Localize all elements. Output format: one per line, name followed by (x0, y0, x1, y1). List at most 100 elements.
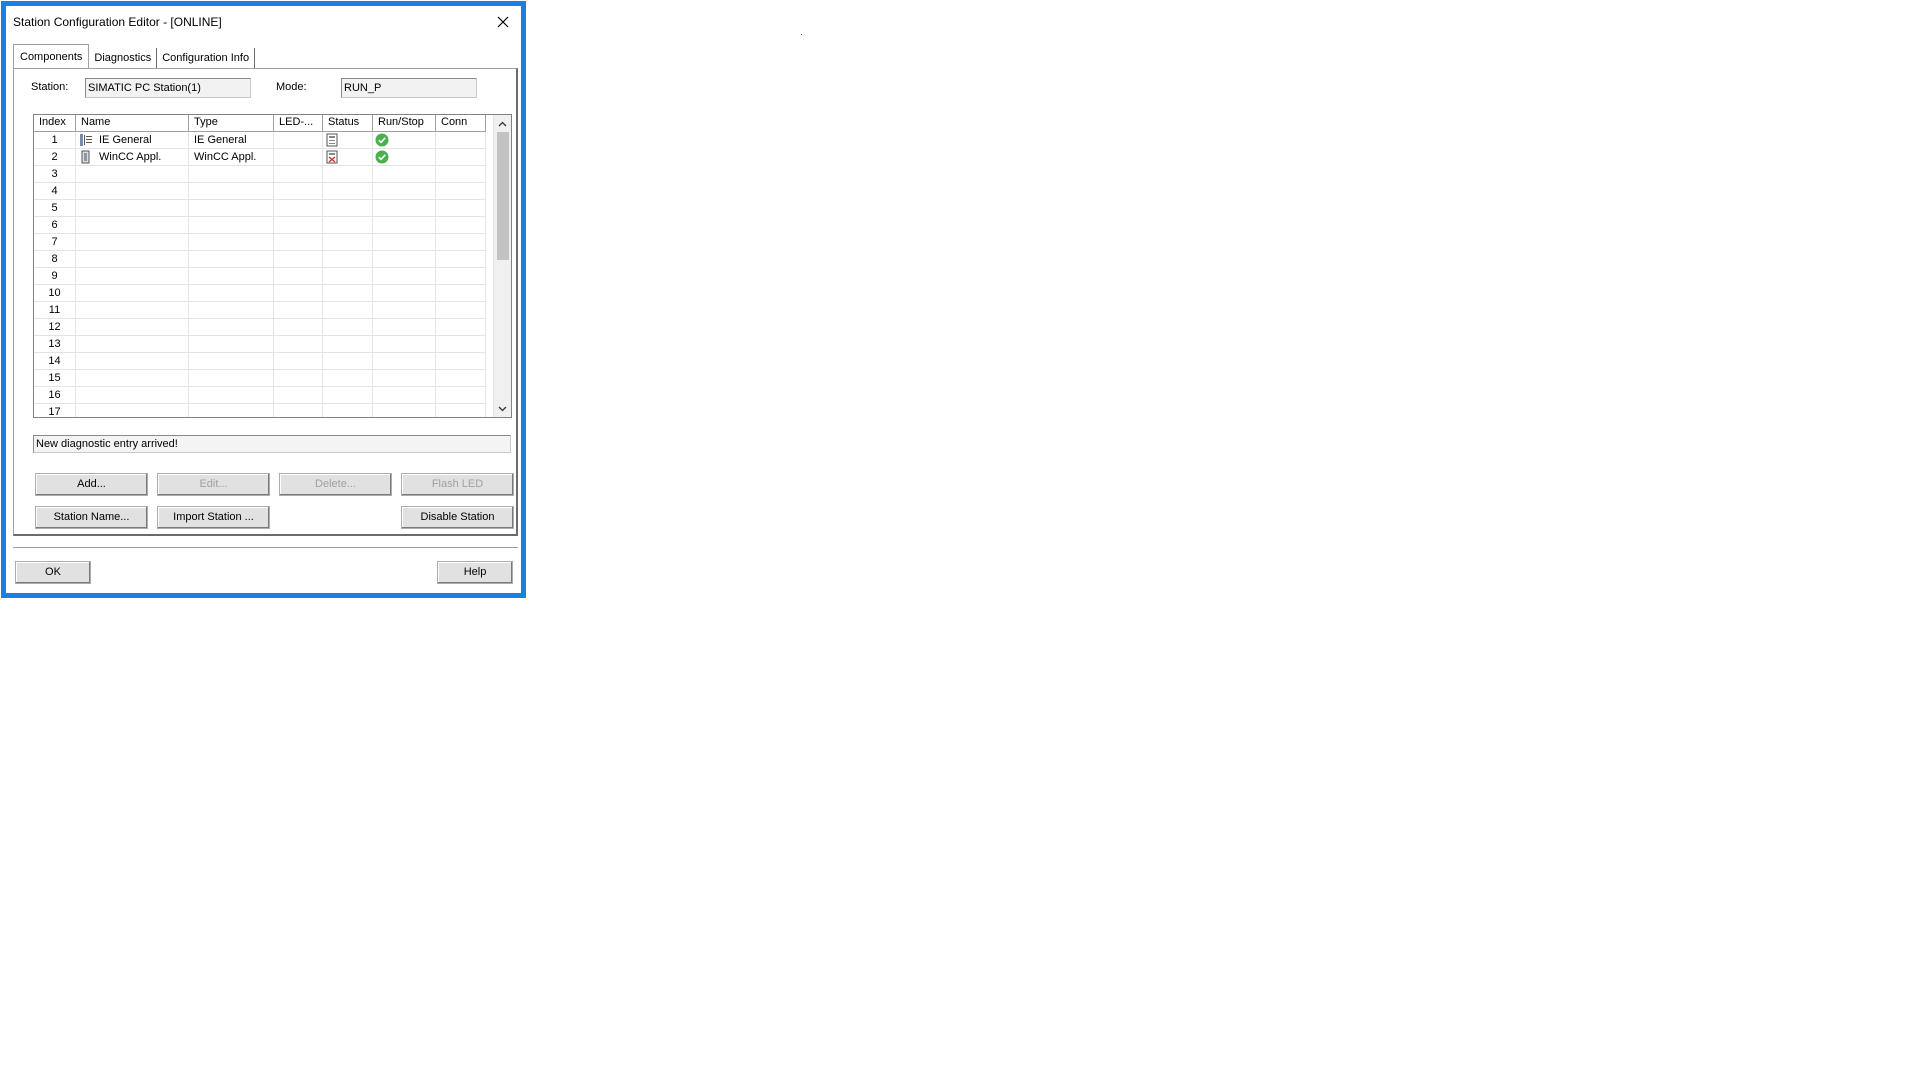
row-led (274, 404, 323, 417)
row-name (76, 217, 189, 234)
row-conn (436, 234, 486, 251)
row-index: 10 (34, 285, 76, 302)
tab-components[interactable]: Components (13, 44, 90, 69)
row-led (274, 353, 323, 370)
row-type (189, 336, 274, 353)
row-runstop (373, 234, 436, 251)
row-led (274, 251, 323, 268)
module-status-icon (326, 133, 338, 147)
row-conn (436, 302, 486, 319)
title-bar[interactable]: Station Configuration Editor - [ONLINE] (6, 6, 521, 38)
col-led-header[interactable]: LED-... (274, 115, 323, 131)
row-name (76, 336, 189, 353)
delete-button[interactable]: Delete... (279, 473, 392, 496)
table-row[interactable]: 6 (34, 217, 486, 234)
row-conn (436, 319, 486, 336)
row-name (76, 319, 189, 336)
green-check-icon (375, 150, 389, 164)
edit-button[interactable]: Edit... (157, 473, 270, 496)
station-config-dialog: Station Configuration Editor - [ONLINE] … (1, 1, 526, 598)
table-row[interactable]: 1 IE General IE General (34, 132, 486, 149)
table-row[interactable]: 16 (34, 387, 486, 404)
table-row[interactable]: 10 (34, 285, 486, 302)
table-row[interactable]: 13 (34, 336, 486, 353)
table-row[interactable]: 4 (34, 183, 486, 200)
scroll-up-button[interactable] (494, 115, 511, 132)
col-name-header[interactable]: Name (76, 115, 189, 131)
row-runstop (373, 166, 436, 183)
table-row[interactable]: 7 (34, 234, 486, 251)
row-conn (436, 251, 486, 268)
row-name-cell: IE General (76, 132, 189, 149)
row-index: 12 (34, 319, 76, 336)
row-runstop (373, 370, 436, 387)
scroll-down-button[interactable] (494, 400, 511, 417)
help-button[interactable]: Help (437, 561, 513, 584)
disable-station-button[interactable]: Disable Station (401, 506, 514, 529)
add-button[interactable]: Add... (35, 473, 148, 496)
row-name (76, 285, 189, 302)
row-type (189, 166, 274, 183)
row-type (189, 319, 274, 336)
table-row[interactable]: 14 (34, 353, 486, 370)
row-index: 17 (34, 404, 76, 417)
row-status-cell (323, 132, 373, 149)
components-grid[interactable]: Index Name Type LED-... Status Run/Stop … (33, 114, 512, 418)
ok-button[interactable]: OK (15, 561, 91, 584)
row-index: 15 (34, 370, 76, 387)
table-row[interactable]: 15 (34, 370, 486, 387)
row-status (323, 404, 373, 417)
row-name (76, 183, 189, 200)
table-row[interactable]: 3 (34, 166, 486, 183)
row-conn (436, 166, 486, 183)
table-row[interactable]: 2 WinCC Appl. WinCC Appl. (34, 149, 486, 166)
row-type (189, 387, 274, 404)
row-name (76, 302, 189, 319)
row-type (189, 234, 274, 251)
mode-label: Mode: (276, 81, 307, 93)
grid-vertical-scrollbar[interactable] (493, 115, 511, 417)
col-status-header[interactable]: Status (323, 115, 373, 131)
row-runstop (373, 336, 436, 353)
scroll-thumb[interactable] (497, 132, 509, 260)
tab-diagnostics[interactable]: Diagnostics (89, 48, 158, 68)
row-type (189, 370, 274, 387)
table-row[interactable]: 5 (34, 200, 486, 217)
row-conn (436, 404, 486, 417)
row-status (323, 200, 373, 217)
table-row[interactable]: 11 (34, 302, 486, 319)
row-runstop (373, 387, 436, 404)
col-conn-header[interactable]: Conn (436, 115, 486, 131)
window-title: Station Configuration Editor - [ONLINE] (13, 15, 222, 29)
row-conn (436, 353, 486, 370)
table-row[interactable]: 9 (34, 268, 486, 285)
station-name-button[interactable]: Station Name... (35, 506, 148, 529)
flash-led-button[interactable]: Flash LED (401, 473, 514, 496)
table-row[interactable]: 12 (34, 319, 486, 336)
row-index: 1 (34, 132, 76, 149)
row-type (189, 268, 274, 285)
row-runstop (373, 200, 436, 217)
import-station-button[interactable]: Import Station ... (157, 506, 270, 529)
row-index: 14 (34, 353, 76, 370)
row-conn (436, 387, 486, 404)
row-status-cell (323, 149, 373, 166)
table-row[interactable]: 8 (34, 251, 486, 268)
tab-strip: Components Diagnostics Configuration Inf… (13, 44, 256, 69)
table-row[interactable]: 17 (34, 404, 486, 417)
row-type (189, 251, 274, 268)
row-conn (436, 183, 486, 200)
col-index-header[interactable]: Index (34, 115, 76, 131)
close-icon (497, 16, 509, 28)
col-runstop-header[interactable]: Run/Stop (373, 115, 436, 131)
col-type-header[interactable]: Type (189, 115, 274, 131)
row-index: 2 (34, 149, 76, 166)
row-index: 5 (34, 200, 76, 217)
row-type (189, 353, 274, 370)
row-status (323, 353, 373, 370)
row-name (76, 404, 189, 417)
row-led (274, 132, 323, 149)
close-button[interactable] (489, 9, 517, 35)
row-runstop-cell (373, 132, 436, 149)
tab-configuration-info[interactable]: Configuration Info (157, 48, 256, 68)
